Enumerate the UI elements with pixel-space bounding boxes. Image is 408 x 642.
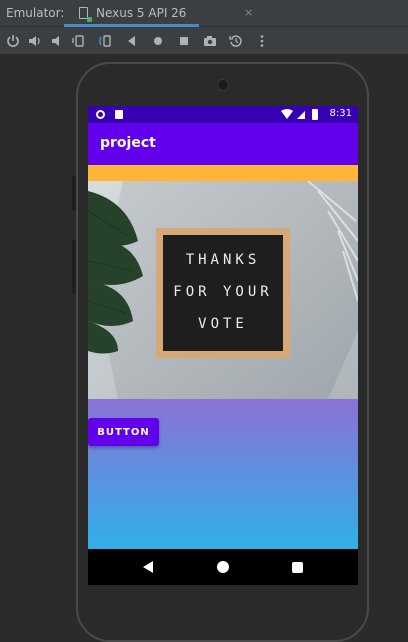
phone-side-button xyxy=(72,175,76,211)
sign-line: VOTE xyxy=(198,316,248,332)
back-icon[interactable] xyxy=(124,33,140,49)
more-icon[interactable] xyxy=(254,33,270,49)
screenshot-icon[interactable] xyxy=(202,33,218,49)
emulator-tab-bar: Emulator: Nexus 5 API 26 × xyxy=(0,0,408,27)
emulator-label: Emulator: xyxy=(6,6,65,20)
wifi-signal-battery-icon xyxy=(281,109,318,120)
front-camera xyxy=(217,79,229,91)
main-button[interactable]: BUTTON xyxy=(88,418,159,446)
app-bar: project xyxy=(88,123,358,165)
phone-volume-button xyxy=(72,240,76,294)
nav-back-icon[interactable] xyxy=(143,561,153,573)
status-bar: 8:31 xyxy=(88,106,358,123)
power-icon[interactable] xyxy=(5,33,21,49)
home-icon[interactable] xyxy=(150,33,166,49)
nav-home-icon[interactable] xyxy=(217,561,229,573)
accent-strip xyxy=(88,165,358,181)
device-icon xyxy=(79,7,92,22)
status-time: 8:31 xyxy=(329,108,352,119)
overview-icon[interactable] xyxy=(176,33,192,49)
sign-line: THANKS xyxy=(185,252,261,268)
app-title: project xyxy=(100,135,156,151)
thanks-for-your-vote-image: THANKS FOR YOUR VOTE xyxy=(88,181,358,399)
close-icon[interactable]: × xyxy=(244,6,253,19)
rotate-left-icon[interactable] xyxy=(71,33,87,49)
volume-down-icon[interactable] xyxy=(49,33,65,49)
tab-nexus-5[interactable]: Nexus 5 API 26 × xyxy=(64,0,253,27)
sign-line: FOR YOUR xyxy=(173,284,273,300)
gradient-panel: BUTTON xyxy=(88,399,358,549)
device-screen: 8:31 project THANKS FOR YOUR VOTE BUTTON xyxy=(88,106,358,585)
nav-recents-icon[interactable] xyxy=(292,562,303,573)
notification-icon xyxy=(96,110,105,119)
navigation-bar xyxy=(88,549,358,585)
snapshot-icon[interactable] xyxy=(228,33,244,49)
rotate-right-icon[interactable] xyxy=(97,33,113,49)
emulator-toolbar xyxy=(0,27,408,55)
sd-card-icon xyxy=(115,110,123,119)
volume-up-icon[interactable] xyxy=(27,33,43,49)
letter-board-text: THANKS FOR YOUR VOTE xyxy=(163,244,283,340)
tab-title: Nexus 5 API 26 xyxy=(96,6,187,20)
